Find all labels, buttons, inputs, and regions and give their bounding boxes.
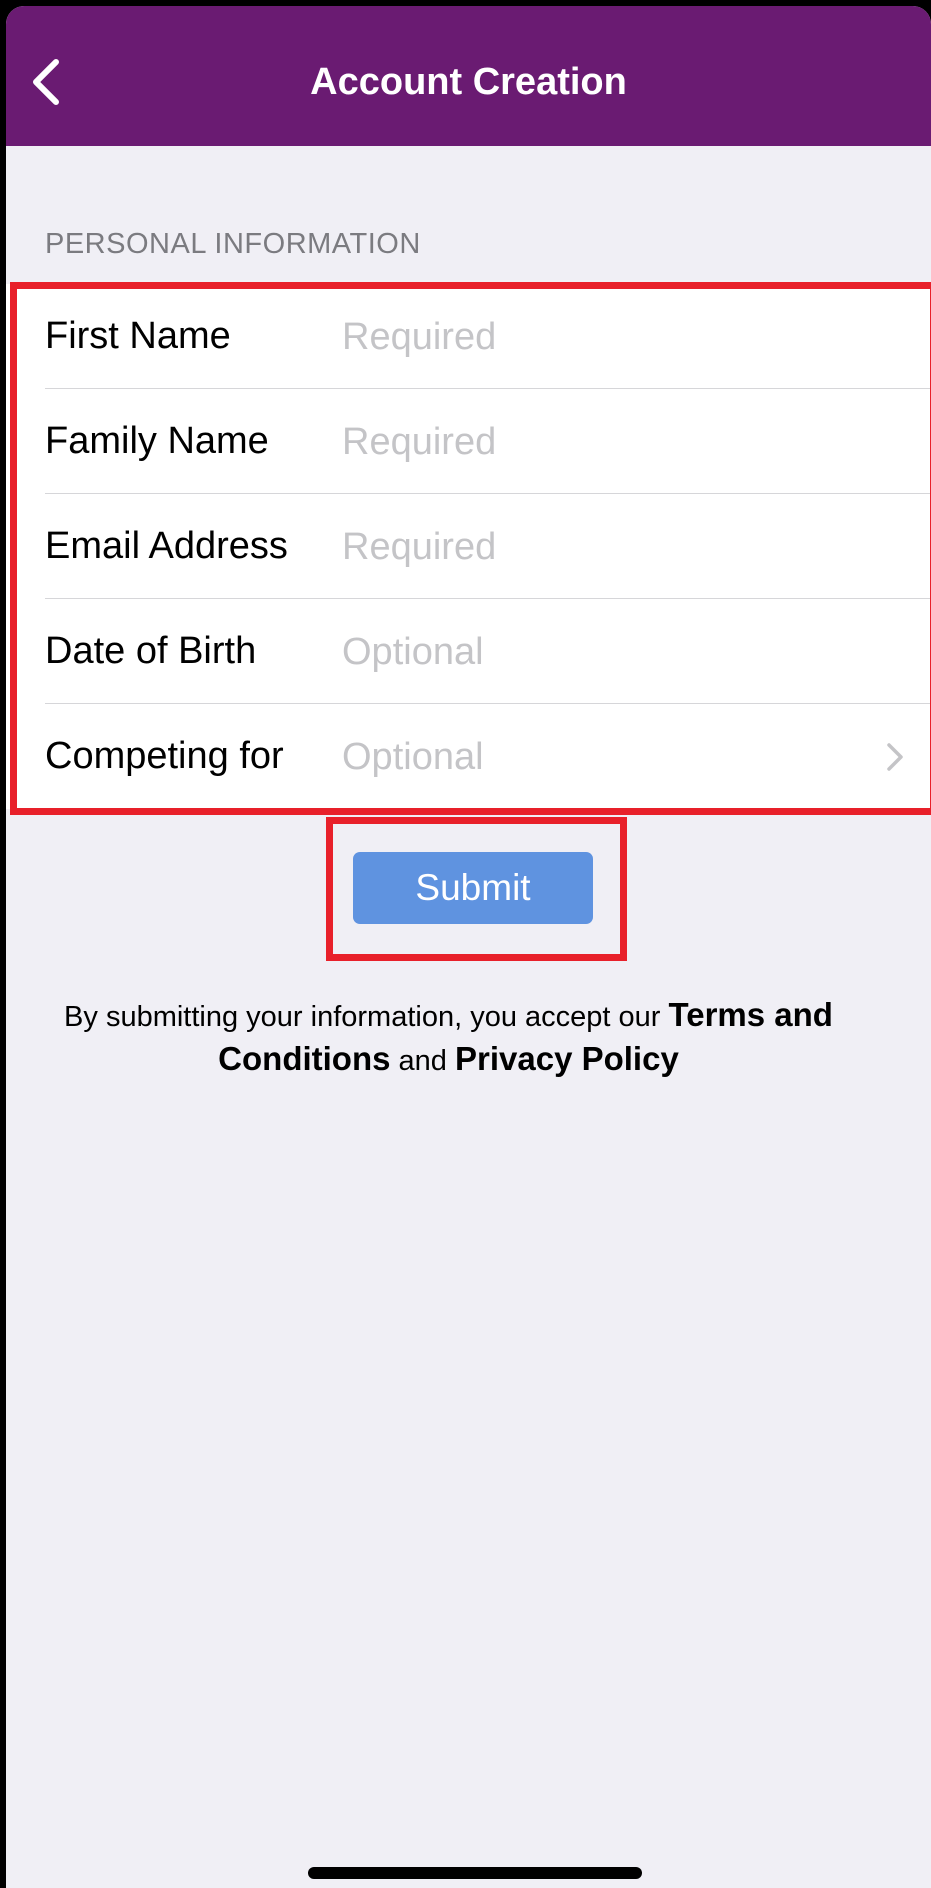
family-name-input[interactable] <box>342 415 862 469</box>
competing-for-input[interactable] <box>342 730 862 784</box>
privacy-policy-link[interactable]: Privacy Policy <box>455 1040 679 1077</box>
date-of-birth-row[interactable]: Date of Birth <box>6 599 931 704</box>
first-name-row[interactable]: First Name <box>6 284 931 389</box>
competing-for-label: Competing for <box>45 735 284 777</box>
date-of-birth-label: Date of Birth <box>45 630 257 672</box>
competing-for-row[interactable]: Competing for <box>6 704 931 809</box>
terms-conjunction: and <box>390 1045 455 1077</box>
first-name-label: First Name <box>45 315 231 357</box>
page-title: Account Creation <box>310 61 627 103</box>
family-name-label: Family Name <box>45 420 269 462</box>
terms-prefix: By submitting your information, you acce… <box>64 1001 669 1033</box>
app-screen: Account Creation PERSONAL INFORMATION Fi… <box>6 6 931 1888</box>
chevron-right-icon <box>887 743 903 771</box>
navigation-bar: Account Creation <box>6 6 931 146</box>
terms-notice: By submitting your information, you acce… <box>46 994 851 1082</box>
personal-information-form: First Name Family Name Email Address Dat… <box>6 284 931 809</box>
submit-button[interactable]: Submit <box>353 852 593 924</box>
first-name-input[interactable] <box>342 310 862 364</box>
section-header: PERSONAL INFORMATION <box>45 228 421 260</box>
email-address-label: Email Address <box>45 525 288 567</box>
email-address-row[interactable]: Email Address <box>6 494 931 599</box>
date-of-birth-input[interactable] <box>342 625 862 679</box>
home-indicator <box>308 1867 642 1879</box>
family-name-row[interactable]: Family Name <box>6 389 931 494</box>
email-address-input[interactable] <box>342 520 862 574</box>
